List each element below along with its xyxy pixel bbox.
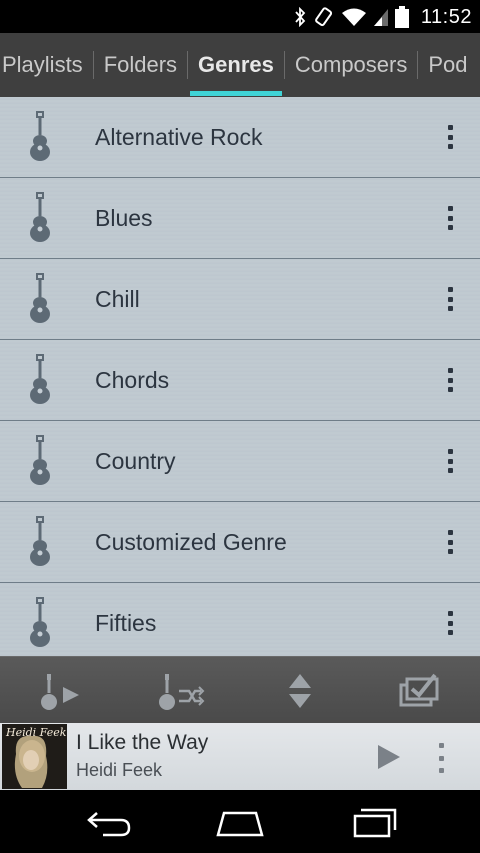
overflow-menu-icon[interactable]	[440, 287, 460, 311]
wifi-icon	[341, 7, 367, 27]
tab-folders[interactable]: Folders	[94, 33, 187, 97]
genre-label: Chords	[95, 367, 170, 393]
overflow-menu-icon[interactable]	[440, 611, 460, 635]
genre-label: Alternative Rock	[95, 124, 263, 150]
list-item[interactable]: Customized Genre	[0, 502, 480, 583]
tab-playlists[interactable]: Playlists	[0, 33, 93, 97]
guitar-icon	[30, 192, 50, 242]
tab-podcasts[interactable]: Pod	[418, 33, 477, 97]
overflow-menu-icon[interactable]	[440, 368, 460, 392]
list-item[interactable]: Fifties	[0, 583, 480, 656]
action-bar	[0, 656, 480, 723]
status-bar: 11:52	[0, 0, 480, 33]
multi-select-icon[interactable]	[390, 665, 450, 717]
guitar-icon	[30, 354, 50, 404]
genre-label: Chill	[95, 286, 140, 312]
album-art-text: Heidi Feek	[6, 726, 67, 739]
list-item[interactable]: Chill	[0, 259, 480, 340]
overflow-menu-icon[interactable]	[440, 449, 460, 473]
bluetooth-icon	[293, 7, 307, 27]
sort-icon[interactable]	[270, 665, 330, 717]
recents-icon[interactable]	[344, 804, 404, 840]
overflow-menu-icon[interactable]	[440, 206, 460, 230]
genre-label: Blues	[95, 205, 153, 231]
list-item[interactable]: Blues	[0, 178, 480, 259]
navigation-bar	[0, 790, 480, 853]
tab-composers[interactable]: Composers	[285, 33, 417, 97]
clock: 11:52	[420, 5, 472, 28]
guitar-icon	[30, 435, 50, 485]
genre-label: Fifties	[95, 610, 157, 636]
track-title: I Like the Way	[76, 731, 209, 754]
track-artist: Heidi Feek	[76, 760, 163, 780]
guitar-icon	[30, 111, 50, 161]
play-icon[interactable]	[376, 743, 402, 771]
guitar-icon	[30, 273, 50, 323]
guitar-icon	[30, 597, 50, 647]
list-item[interactable]: Chords	[0, 340, 480, 421]
now-playing-bar[interactable]: Heidi Feek I Like the Way Heidi Feek	[0, 723, 480, 790]
overflow-menu-icon[interactable]	[440, 530, 460, 554]
list-item[interactable]: Country	[0, 421, 480, 502]
genre-list[interactable]: Alternative Rock Blues Chill Chords Coun…	[0, 97, 480, 656]
album-art[interactable]: Heidi Feek	[2, 724, 67, 789]
signal-icon	[373, 7, 389, 27]
battery-icon	[394, 6, 409, 28]
tab-genres[interactable]: Genres	[188, 33, 284, 97]
genre-label: Country	[95, 448, 176, 474]
list-item[interactable]: Alternative Rock	[0, 97, 480, 178]
shuffle-genres-icon[interactable]	[150, 665, 210, 717]
overflow-menu-icon[interactable]	[436, 743, 446, 773]
genre-label: Customized Genre	[95, 529, 287, 555]
overflow-menu-icon[interactable]	[440, 125, 460, 149]
back-icon[interactable]	[78, 804, 138, 840]
home-icon[interactable]	[210, 804, 270, 840]
guitar-icon	[30, 516, 50, 566]
play-genres-icon[interactable]	[28, 665, 88, 717]
rotate-icon	[313, 6, 335, 28]
tab-bar: Playlists Folders Genres Composers Pod	[0, 33, 480, 97]
